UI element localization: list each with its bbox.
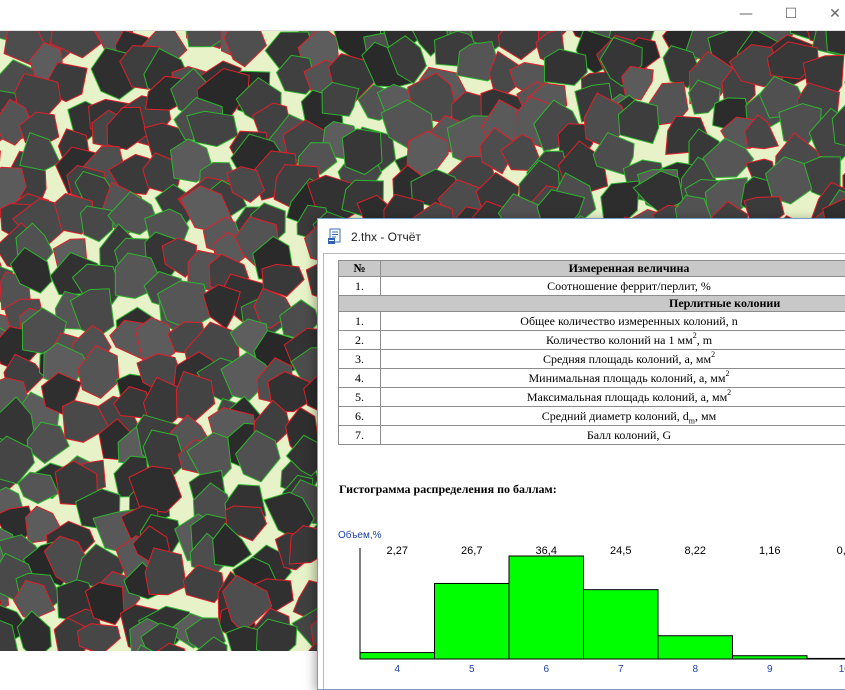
minimize-button[interactable]: — [726, 3, 766, 25]
histogram-chart: Объем,% 2,27 4 26,7 5 36,4 6 24,5 7 8,22 8 1,16 9 0,2… [324, 524, 845, 690]
micrograph-grain [145, 548, 186, 595]
table-row: 5.Максимальная площадь колоний, a, мм2 [339, 388, 845, 407]
report-window: 2.thx - Отчёт № Измеренная величина 1. С… [317, 218, 845, 690]
micrograph-titlebar: — ☐ ✕ [0, 0, 845, 31]
micrograph-grain [826, 31, 845, 55]
table-row: 3.Средняя площадь колоний, a, мм2 [339, 350, 845, 369]
histogram-svg: Объем,% 2,27 4 26,7 5 36,4 6 24,5 7 8,22 8 1,16 9 0,2… [324, 524, 845, 690]
section-row: Перлитные колонии [339, 296, 845, 312]
row-name-sup: 2 [727, 388, 731, 397]
table-row: 7. Балл колоний, G [339, 426, 845, 445]
row-name-text: Общее количество измеренных колоний, n [520, 314, 737, 328]
row-name: Соотношение феррит/перлит, % [381, 277, 845, 296]
close-button[interactable]: ✕ [815, 3, 845, 25]
row-num: 2. [339, 331, 381, 350]
row-name-sup: 2 [693, 331, 697, 340]
row-name: Количество колоний на 1 мм2, m [381, 331, 845, 350]
histogram-caption: Гистограмма распределения по баллам: [339, 482, 557, 497]
row-num: 4. [339, 369, 381, 388]
report-title: 2.thx - Отчёт [351, 230, 421, 244]
table-row: 4.Минимальная площадь колоний, a, мм2 [339, 369, 845, 388]
row-name-text: Максимальная площадь колоний, a, мм [527, 390, 727, 404]
row-name-text: Балл колоний, G [587, 428, 671, 442]
row-num: 3. [339, 350, 381, 369]
histogram-bar [509, 556, 584, 659]
row-name-text: Средняя площадь колоний, a, мм [543, 352, 711, 366]
x-tick-label: 8 [692, 664, 698, 675]
report-content[interactable]: № Измеренная величина 1. Соотношение фер… [323, 253, 845, 690]
row-name-text: Средний диаметр колоний, d [542, 409, 689, 423]
x-tick-label: 7 [618, 664, 624, 675]
row-num: 6. [339, 407, 381, 426]
x-tick-label: 9 [767, 664, 773, 675]
histogram-bar [435, 583, 510, 659]
row-num: 1. [339, 277, 381, 296]
table-row: 2.Количество колоний на 1 мм2, m [339, 331, 845, 350]
row-name: Средний диаметр колоний, dm, мм [381, 407, 845, 426]
header-num: № [339, 261, 381, 277]
row-name: Средняя площадь колоний, a, мм2 [381, 350, 845, 369]
measurement-table: № Измеренная величина 1. Соотношение фер… [338, 260, 845, 445]
section-title: Перлитные колонии [339, 296, 845, 312]
bar-value-label: 2,27 [387, 545, 408, 557]
table-row: 6.Средний диаметр колоний, dm, мм [339, 407, 845, 426]
row-name-sup: 2 [726, 369, 730, 378]
bar-value-label: 0,2 [837, 545, 845, 557]
row-name-text: Минимальная площадь колоний, a, мм [529, 371, 726, 385]
row-name: Максимальная площадь колоний, a, мм2 [381, 388, 845, 407]
bar-value-label: 1,16 [759, 545, 780, 557]
table-row: 1. Общее количество измеренных колоний, n [339, 312, 845, 331]
row-name: Минимальная площадь колоний, a, мм2 [381, 369, 845, 388]
bar-value-label: 26,7 [461, 545, 482, 557]
row-num: 1. [339, 312, 381, 331]
row-num: 5. [339, 388, 381, 407]
x-tick-label: 6 [543, 664, 549, 675]
y-axis-label: Объем,% [338, 529, 382, 541]
report-document-icon [327, 228, 344, 245]
row-num: 7. [339, 426, 381, 445]
x-tick-label: 10 [839, 664, 845, 675]
header-name: Измеренная величина [381, 261, 845, 277]
bar-value-label: 8,22 [685, 545, 706, 557]
bar-value-label: 24,5 [610, 545, 631, 557]
histogram-bar [584, 590, 659, 659]
colony-rows: 1. Общее количество измеренных колоний, n… [339, 312, 845, 445]
report-titlebar: 2.thx - Отчёт [318, 219, 845, 253]
histogram-bar [360, 653, 435, 659]
histogram-bar [807, 658, 845, 659]
x-tick-label: 4 [394, 664, 400, 675]
histogram-bar [658, 636, 733, 659]
histogram-bar [733, 656, 808, 659]
row-name: Балл колоний, G [381, 426, 845, 445]
row-name-sup: 2 [711, 350, 715, 359]
maximize-button[interactable]: ☐ [771, 3, 811, 25]
row-name-text: Количество колоний на 1 мм [546, 333, 693, 347]
x-tick-label: 5 [469, 664, 475, 675]
row-name: Общее количество измеренных колоний, n [381, 312, 845, 331]
table-header-row: № Измеренная величина [339, 261, 845, 277]
bar-value-label: 36,4 [536, 545, 557, 557]
row-name-tail: , мм [695, 409, 716, 423]
row-name-tail: , m [697, 333, 712, 347]
table-row: 1. Соотношение феррит/перлит, % [339, 277, 845, 296]
